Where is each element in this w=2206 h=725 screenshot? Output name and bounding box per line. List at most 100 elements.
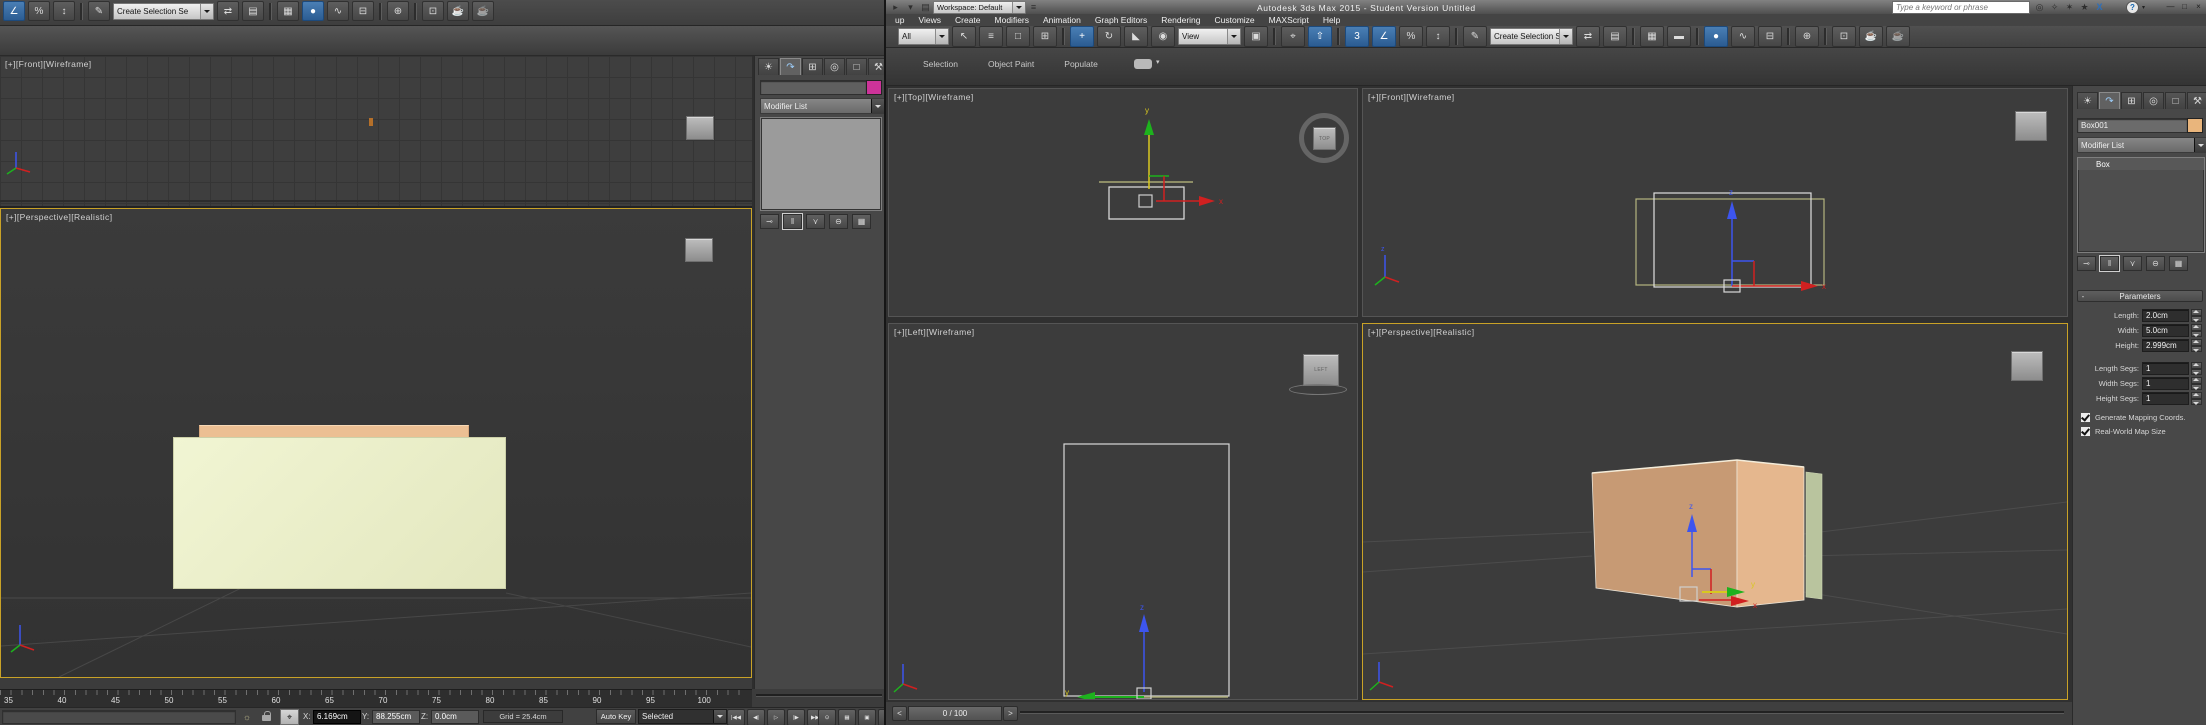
time-slider-prev-button[interactable]: < <box>892 706 907 721</box>
close-button[interactable]: × <box>2192 1 2205 12</box>
menu-graph-editors[interactable]: Graph Editors <box>1088 14 1154 26</box>
schematic-view-icon[interactable]: ⊟ <box>1758 26 1782 47</box>
remove-modifier-icon[interactable]: ⊖ <box>2146 256 2165 271</box>
viewcube[interactable] <box>685 238 713 262</box>
ribbon-dropdown-icon[interactable]: ▾ <box>1156 58 1160 66</box>
workspace-menu-icon[interactable]: ≡ <box>1026 1 1041 13</box>
panel-tab-motion-icon[interactable]: ◎ <box>824 58 845 75</box>
align-icon[interactable]: ▤ <box>242 1 264 21</box>
help-dropdown-icon[interactable]: ▾ <box>2142 4 2145 11</box>
viewport-label[interactable]: [+][Front][Wireframe] <box>1368 92 1455 102</box>
render-setup-icon[interactable]: ⊕ <box>1795 26 1819 47</box>
exchange-icon[interactable]: Χ <box>2092 1 2107 13</box>
make-unique-icon[interactable]: ⋎ <box>806 214 825 229</box>
select-and-manipulate-icon[interactable]: ⌖ <box>1281 26 1305 47</box>
menu-maxscript[interactable]: MAXScript <box>1262 14 1316 26</box>
modifier-stack[interactable]: Box <box>2077 157 2205 253</box>
spinner[interactable] <box>2191 377 2202 390</box>
qa-flyout-icon[interactable]: ▸ <box>888 1 903 13</box>
pin-stack-icon[interactable]: ⊸ <box>2077 256 2096 271</box>
menu-group[interactable]: up <box>888 14 911 26</box>
selection-filter-dropdown[interactable]: All <box>898 28 949 45</box>
angle-snap-toggle-icon[interactable]: ∠ <box>1372 26 1396 47</box>
viewport-label[interactable]: [+][Perspective][Realistic] <box>6 212 112 222</box>
selection-region-icon[interactable]: □ <box>1006 26 1030 47</box>
search-input[interactable] <box>1892 1 2030 14</box>
key-mode-toggle-button[interactable]: ⊙ <box>818 709 836 725</box>
edit-named-selection-sets-icon[interactable]: ✎ <box>1463 26 1487 47</box>
dropdown-arrow-icon[interactable] <box>1559 29 1572 44</box>
dropdown-arrow-icon[interactable] <box>1012 2 1025 13</box>
panel-tab-create-icon[interactable]: ☀ <box>758 58 779 75</box>
use-pivot-center-icon[interactable]: ▣ <box>1244 26 1268 47</box>
snap-3d-toggle-icon[interactable]: 3 <box>1345 26 1369 47</box>
edit-named-selection-sets-icon[interactable]: ✎ <box>88 1 110 21</box>
subscription-key-icon[interactable]: ✧ <box>2047 1 2062 13</box>
configure-modifier-sets-icon[interactable]: ▦ <box>2169 256 2188 271</box>
viewcube[interactable]: TOP <box>1299 113 1345 159</box>
select-and-scale-icon[interactable]: ◣ <box>1124 26 1148 47</box>
align-icon[interactable]: ▤ <box>1603 26 1627 47</box>
time-configuration-button[interactable]: ▦ <box>838 709 856 725</box>
ribbon-tab-selection[interactable]: Selection <box>908 57 973 71</box>
dropdown-arrow-icon[interactable] <box>200 4 213 19</box>
left-viewport-front[interactable]: [+][Front][Wireframe] <box>0 56 752 206</box>
spinner[interactable] <box>2191 309 2202 322</box>
select-object-icon[interactable]: ↖ <box>952 26 976 47</box>
percent-snap-toggle-icon[interactable]: % <box>1399 26 1423 47</box>
y-coordinate-field[interactable]: 88.255cm <box>372 710 420 724</box>
object-name-field[interactable] <box>760 80 867 95</box>
perspective-scene[interactable]: z y x <box>1363 324 2067 699</box>
spinner[interactable] <box>2191 392 2202 405</box>
parameters-rollout-header[interactable]: - Parameters <box>2077 290 2203 302</box>
spinner[interactable] <box>2191 339 2202 352</box>
material-editor-icon[interactable]: ● <box>1704 26 1728 47</box>
panel-tab-hierarchy-icon[interactable]: ⊞ <box>802 58 823 75</box>
transform-gizmo-toggle-icon[interactable]: ⌖ <box>280 709 299 725</box>
panel-tab-modify-icon[interactable]: ↷ <box>780 58 801 75</box>
modifier-stack[interactable] <box>760 117 882 211</box>
named-selection-set-dropdown[interactable]: Create Selection S <box>1490 28 1573 45</box>
dropdown-arrow-icon[interactable] <box>713 710 726 723</box>
viewport-perspective[interactable]: [+][Perspective][Realistic] <box>1362 323 2068 700</box>
object-color-swatch[interactable] <box>2187 118 2203 133</box>
layer-manager-icon[interactable]: ▦ <box>277 1 299 21</box>
remove-modifier-icon[interactable]: ⊖ <box>829 214 848 229</box>
viewport-label[interactable]: [+][Perspective][Realistic] <box>1368 327 1474 337</box>
isolate-selection-button[interactable]: ▣ <box>858 709 876 725</box>
viewcube[interactable] <box>2011 351 2043 381</box>
spinner-snap-toggle-icon[interactable]: ↕ <box>53 1 75 21</box>
ribbon-show-panel-icon[interactable] <box>1134 59 1152 69</box>
dropdown-arrow-icon[interactable] <box>2194 138 2206 152</box>
ribbon-tab-object-paint[interactable]: Object Paint <box>973 57 1049 71</box>
rendered-frame-window-icon[interactable]: ⊡ <box>422 1 444 21</box>
panel-tab-motion-icon[interactable]: ◎ <box>2143 92 2164 109</box>
animation-selection-set-dropdown[interactable]: Selected <box>638 709 727 724</box>
ribbon-tab-populate[interactable]: Populate <box>1049 57 1113 71</box>
reference-coordinate-dropdown[interactable]: View <box>1178 28 1241 45</box>
panel-tab-hierarchy-icon[interactable]: ⊞ <box>2121 92 2142 109</box>
left-view-scene[interactable]: z y <box>889 324 1357 699</box>
viewport-top[interactable]: [+][Top][Wireframe] y x TOP <box>888 88 1358 317</box>
select-by-name-icon[interactable]: ≡ <box>979 26 1003 47</box>
panel-tab-utilities-icon[interactable]: ⚒ <box>2187 92 2206 109</box>
auto-key-button[interactable]: Auto Key <box>596 709 636 724</box>
help-icon[interactable]: ? <box>2126 1 2139 14</box>
viewcube[interactable] <box>686 116 714 140</box>
mirror-icon[interactable]: ⇄ <box>1576 26 1600 47</box>
communication-center-icon[interactable]: ✶ <box>2062 1 2077 13</box>
notification-lightbulb-icon[interactable]: ☼ <box>240 710 254 724</box>
go-to-start-button[interactable]: |◀◀ <box>727 709 745 725</box>
curve-editor-icon[interactable]: ∿ <box>1731 26 1755 47</box>
curve-editor-icon[interactable]: ∿ <box>327 1 349 21</box>
search-go-icon[interactable]: ◎ <box>2032 1 2047 13</box>
menu-help[interactable]: Help <box>1316 14 1347 26</box>
window-crossing-icon[interactable]: ⊞ <box>1033 26 1057 47</box>
minimize-button[interactable]: — <box>2164 1 2177 12</box>
render-production-icon[interactable]: ☕ <box>1859 26 1883 47</box>
pin-stack-icon[interactable]: ⊸ <box>760 214 779 229</box>
timeline-ruler[interactable]: 35 40 45 50 55 60 65 70 75 80 85 90 95 1… <box>0 689 752 707</box>
menu-views[interactable]: Views <box>911 14 948 26</box>
dropdown-arrow-icon[interactable] <box>935 29 948 44</box>
spinner[interactable] <box>2191 362 2202 375</box>
